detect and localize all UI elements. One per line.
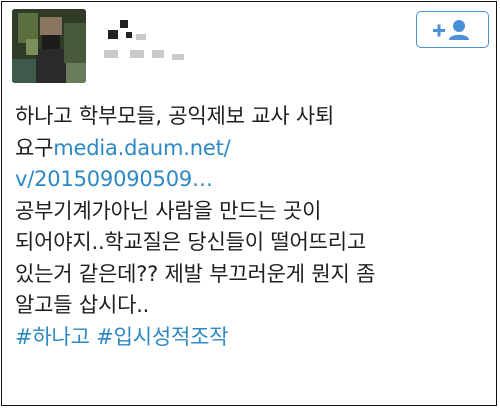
add-user-icon xyxy=(432,19,469,40)
avatar[interactable] xyxy=(12,9,86,83)
article-link-continued[interactable]: v/201509090509… xyxy=(15,167,213,191)
hashtag-admission-manipulation[interactable]: #입시성적조작 xyxy=(96,325,228,349)
tweet-line: 알고들 삽시다.. xyxy=(15,293,150,317)
tweet-card: 하나고 학부모들, 공익제보 교사 사퇴 요구media.daum.net/ v… xyxy=(1,1,497,406)
follow-button[interactable] xyxy=(416,11,489,48)
tweet-text: 하나고 학부모들, 공익제보 교사 사퇴 요구media.daum.net/ v… xyxy=(15,101,495,353)
tweet-line: v/201509090509… xyxy=(15,164,495,196)
tweet-line: 있는거 같은데?? 제발 부끄러운게 뭔지 좀 xyxy=(15,261,376,286)
tweet-line: 되어야지..학교질은 당신들이 떨어뜨리고 xyxy=(15,230,366,254)
tweet-line: 요구media.daum.net/ xyxy=(15,133,495,165)
tweet-text-segment: 요구 xyxy=(15,135,54,160)
tweet-line: 공부기계가아닌 사람을 만드는 곳이 xyxy=(15,198,322,223)
username-redacted xyxy=(102,14,212,62)
tweet-line: 하나고 학부모들, 공익제보 교사 사퇴 xyxy=(15,104,335,128)
article-link[interactable]: media.daum.net/ xyxy=(53,136,230,160)
hashtag-line: #하나고 #입시성적조작 xyxy=(15,322,495,354)
hashtag-hanago[interactable]: #하나고 xyxy=(15,325,90,349)
